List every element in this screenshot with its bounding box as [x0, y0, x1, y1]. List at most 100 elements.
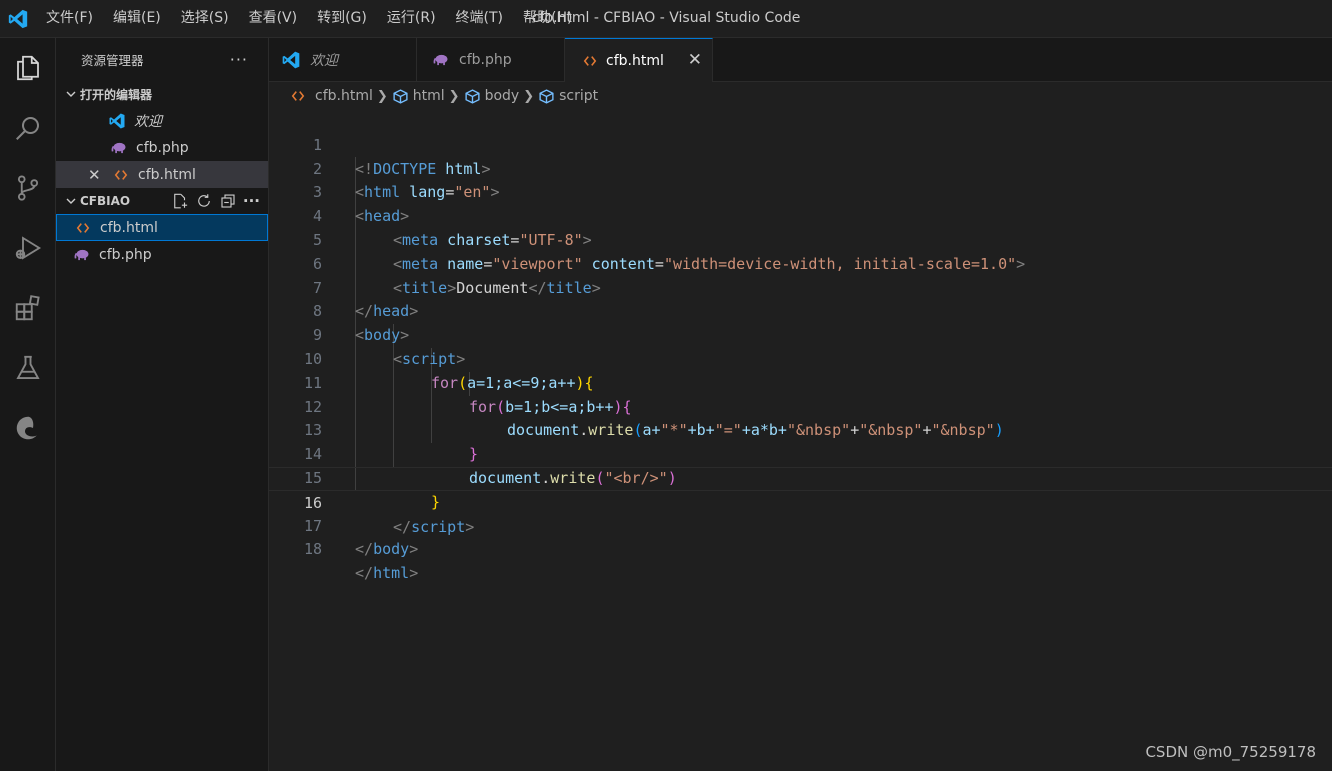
code-line: 1 <!DOCTYPE html> [269, 110, 1332, 178]
source-control-icon[interactable] [0, 164, 55, 212]
breadcrumb-item-html[interactable]: html [392, 88, 445, 105]
activity-bar [0, 38, 56, 771]
tab-cfb-html[interactable]: cfb.html ✕ [565, 38, 713, 82]
breadcrumb-label: html [412, 88, 445, 104]
code-line-current: 16 </script> [269, 466, 1332, 536]
file-cfb-html[interactable]: cfb.html [56, 214, 268, 241]
code-line: 5 <meta name="viewport" content="width=d… [269, 205, 1332, 273]
explorer-sidebar: 资源管理器 ··· 打开的编辑器 欢迎 cfb.php ✕ cfb.html C… [56, 38, 269, 771]
tab-cfb-php[interactable]: cfb.php [417, 38, 565, 81]
vscode-logo-icon[interactable] [0, 0, 36, 37]
title-bar: 文件(F) 编辑(E) 选择(S) 查看(V) 转到(G) 运行(R) 终端(T… [0, 0, 1332, 38]
vscode-icon [108, 111, 126, 131]
menu-edit[interactable]: 编辑(E) [103, 0, 171, 37]
chevron-right-icon: ❯ [376, 88, 388, 104]
code-line: 4 <meta charset="UTF-8"> [269, 181, 1332, 249]
tab-label: 欢迎 [310, 52, 338, 69]
symbol-element-icon [393, 88, 408, 104]
folder-section[interactable]: CFBIAO ··· [56, 188, 268, 214]
html-file-icon [291, 91, 305, 101]
explorer-icon[interactable] [0, 44, 55, 92]
code-line: 6 <title>Document</title> [269, 229, 1332, 297]
tab-welcome[interactable]: 欢迎 [269, 38, 417, 81]
open-editors-section[interactable]: 打开的编辑器 [56, 81, 268, 107]
code-line: 7 </head> [269, 253, 1332, 321]
open-editor-label: 欢迎 [134, 113, 162, 130]
code-line: 12 document.write(a+"*"+b+"="+a*b+"&nbsp… [269, 372, 1332, 440]
code-line: 8 <body> [269, 277, 1332, 344]
chevron-down-icon [62, 195, 80, 207]
breadcrumb-label: script [559, 88, 599, 104]
menu-view[interactable]: 查看(V) [239, 0, 308, 37]
line-number: 18 [303, 540, 322, 559]
file-label: cfb.html [100, 219, 158, 236]
folder-label: CFBIAO [80, 194, 131, 208]
html-file-icon [74, 221, 92, 235]
code-line: 3 <head> [269, 158, 1332, 225]
code-line: 2 <html lang="en"> [269, 134, 1332, 202]
tab-label: cfb.php [459, 51, 512, 68]
html-file-icon [583, 54, 597, 68]
extensions-icon[interactable] [0, 284, 55, 332]
php-elephant-icon [110, 142, 128, 154]
menu-go[interactable]: 转到(G) [307, 0, 377, 37]
open-editor-welcome[interactable]: 欢迎 [56, 107, 268, 134]
open-editors-label: 打开的编辑器 [80, 87, 153, 102]
code-line: 13 } [269, 396, 1332, 463]
edge-browser-icon[interactable] [0, 404, 55, 452]
search-icon[interactable] [0, 104, 55, 152]
open-editor-cfb-html[interactable]: ✕ cfb.html [56, 161, 268, 188]
breadcrumb-item-file[interactable]: cfb.html [291, 88, 373, 104]
testing-flask-icon[interactable] [0, 344, 55, 392]
breadcrumb: cfb.html ❯ html ❯ body ❯ script [269, 82, 1332, 110]
code-line: 11 for(b=1;b<=a;b++){ [269, 348, 1332, 416]
more-actions-icon[interactable]: ··· [230, 50, 248, 69]
menu-run[interactable]: 运行(R) [377, 0, 446, 37]
code-line: 18 </html> [269, 515, 1332, 582]
symbol-element-icon [464, 88, 480, 104]
breadcrumb-item-body[interactable]: body [464, 88, 520, 105]
line-text: </body> [355, 540, 419, 559]
code-line: 9 <script> [269, 300, 1332, 368]
code-line: 17 </body> [269, 491, 1332, 559]
close-tab-icon[interactable]: ✕ [688, 50, 702, 70]
refresh-icon[interactable] [195, 192, 213, 210]
explorer-title: 资源管理器 [81, 53, 144, 68]
menu-file[interactable]: 文件(F) [36, 0, 103, 37]
file-label: cfb.php [99, 246, 152, 263]
menu-bar: 文件(F) 编辑(E) 选择(S) 查看(V) 转到(G) 运行(R) 终端(T… [36, 0, 582, 37]
folder-actions: ··· [171, 192, 268, 210]
open-editor-cfb-php[interactable]: cfb.php [56, 134, 268, 161]
new-file-icon[interactable] [171, 192, 189, 210]
html-file-icon [112, 168, 130, 182]
collapse-all-icon[interactable] [219, 192, 237, 210]
close-editor-icon[interactable]: ✕ [88, 166, 101, 184]
watermark: CSDN @m0_75259178 [1145, 743, 1316, 761]
code-line: 14 document.write("<br/>") [269, 419, 1332, 487]
vscode-icon [281, 50, 301, 70]
chevron-right-icon: ❯ [448, 88, 460, 104]
symbol-element-icon [539, 88, 554, 104]
php-elephant-icon [433, 54, 450, 66]
code-line: 15 } [269, 443, 1332, 511]
chevron-right-icon: ❯ [523, 88, 535, 104]
php-elephant-icon [73, 249, 91, 261]
line-text: </html> [355, 564, 419, 583]
file-cfb-php[interactable]: cfb.php [56, 241, 268, 268]
menu-selection[interactable]: 选择(S) [171, 0, 239, 37]
breadcrumb-label: cfb.html [315, 88, 373, 104]
tab-label: cfb.html [606, 52, 664, 69]
explorer-header: 资源管理器 ··· [56, 38, 268, 81]
chevron-down-icon [62, 88, 80, 100]
breadcrumb-item-script[interactable]: script [538, 88, 598, 105]
code-line: 10 for(a=1;a<=9;a++){ [269, 324, 1332, 392]
run-debug-icon[interactable] [0, 224, 55, 272]
more-actions-icon[interactable]: ··· [243, 192, 260, 210]
menu-terminal[interactable]: 终端(T) [446, 0, 513, 37]
menu-help[interactable]: 帮助(H) [513, 0, 582, 37]
open-editor-label: cfb.php [136, 139, 189, 156]
code-editor[interactable]: 1 <!DOCTYPE html> 2 <html lang="en"> 3 <… [269, 110, 1332, 582]
breadcrumb-label: body [484, 88, 520, 104]
open-editor-label: cfb.html [138, 166, 196, 183]
editor-tabs: 欢迎 cfb.php cfb.html ✕ [269, 38, 1332, 82]
